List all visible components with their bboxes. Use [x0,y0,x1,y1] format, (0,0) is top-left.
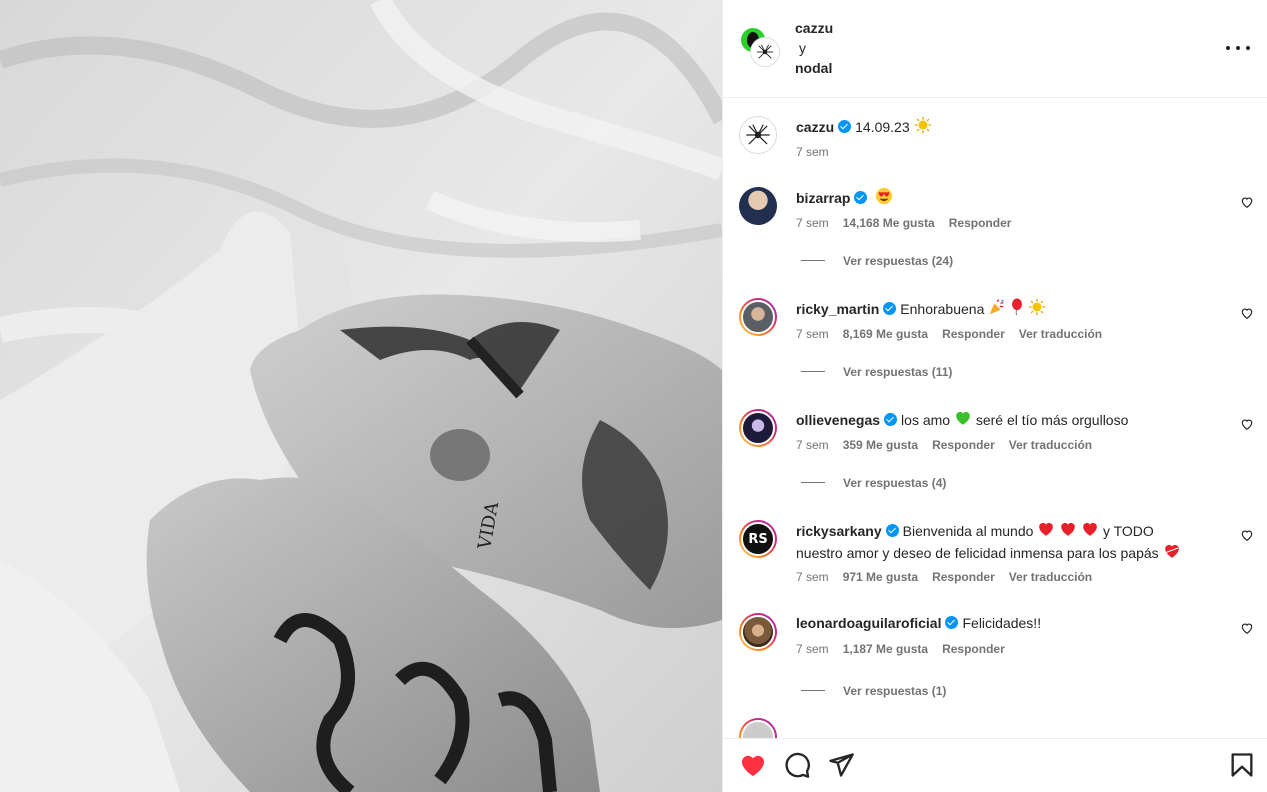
comment-meta: 7 sem 359 Me gusta Responder Ver traducción [796,437,1106,453]
balloon-emoji-icon [1012,298,1023,316]
avatar[interactable] [739,298,777,336]
comment-time: 7 sem [796,642,829,656]
sun-emoji-icon [1028,298,1046,316]
comment-body: Enhorabuena [900,301,985,317]
reply-button[interactable]: Responder [949,216,1012,230]
comment-username[interactable]: ricky_martin [796,301,879,317]
comment-time: 7 sem [796,327,829,341]
view-replies-button[interactable]: Ver respuestas (4) [801,475,946,491]
comment-text: rickysarkany Bienvenida al mundo y TODO n… [796,520,1226,564]
caption-meta: 7 sem [796,144,843,160]
comment-body: Felicidades!! [962,615,1042,631]
like-comment-icon[interactable] [1240,306,1254,320]
comment-icon[interactable] [783,751,811,779]
mending-heart-emoji-icon [1164,544,1179,558]
post-side-panel: cazzu y nodal cazzu 14.09.23 7 sem bizar… [722,0,1267,792]
comment-body: los amo [901,412,951,428]
verified-icon [838,120,852,133]
comment-body-2: y TODO [1102,523,1154,539]
reply-button[interactable]: Responder [942,327,1005,341]
avatar[interactable] [739,187,777,225]
green-heart-emoji-icon [956,411,970,425]
sun-emoji-icon [914,116,931,134]
bookmark-icon[interactable] [1228,751,1256,779]
comment-text: bizarrap [796,187,1226,209]
avatar[interactable]: RS [739,520,777,558]
heart-filled-icon[interactable] [739,751,767,779]
send-icon[interactable] [827,751,855,779]
like-comment-icon[interactable] [1240,417,1254,431]
avatar[interactable] [739,718,777,738]
comment-meta: 7 sem 971 Me gusta Responder Ver traducción [796,569,1106,585]
caption-avatar[interactable] [739,116,777,154]
red-heart-emoji-icon [1039,522,1054,536]
verified-icon [885,524,899,537]
comment-meta: 7 sem 1,187 Me gusta Responder [796,641,1019,657]
caption-body: 14.09.23 [855,119,910,135]
red-heart-emoji-icon [1061,522,1075,536]
comment-text: ollievenegas los amo seré el tío más orgu… [796,409,1226,431]
comment-likes[interactable]: 1,187 Me gusta [843,642,928,656]
comment-likes[interactable]: 14,168 Me gusta [843,216,935,230]
verified-icon [884,413,898,426]
comment-text: leonardoaguilaroficial Felicidades!! [796,613,1226,634]
spider-icon [746,124,770,145]
translate-button[interactable]: Ver traducción [1009,570,1092,584]
reply-button[interactable]: Responder [932,438,995,452]
header-separator: y [799,40,806,56]
verified-icon [883,302,897,315]
header-user2[interactable]: nodal [795,58,833,78]
verified-icon [945,616,959,629]
comment-likes[interactable]: 359 Me gusta [843,438,918,452]
comment-username[interactable]: bizarrap [796,190,850,206]
more-options-icon[interactable] [1226,38,1250,58]
header-user1[interactable]: cazzu [795,18,833,38]
party-popper-emoji-icon [990,299,1004,315]
comment-time: 7 sem [796,438,829,452]
comment-username[interactable]: ollievenegas [796,412,880,428]
like-comment-icon[interactable] [1240,621,1254,635]
comment-body: Bienvenida al mundo [902,523,1034,539]
comment-likes[interactable]: 8,169 Me gusta [843,327,928,341]
comment-meta: 7 sem 8,169 Me gusta Responder Ver traducci… [796,326,1116,342]
comments-list[interactable]: cazzu 14.09.23 7 sem bizarrap 7 sem 14,168… [723,98,1267,738]
comment-meta: 7 sem 14,168 Me gusta Responder [796,215,1025,231]
comment-likes[interactable]: 971 Me gusta [843,570,918,584]
red-heart-emoji-icon [1083,522,1097,536]
collab-names: cazzu y nodal [795,18,833,78]
photo-hands: VIDA [0,0,722,792]
caption-username[interactable]: cazzu [796,119,834,135]
caption-time: 7 sem [796,145,829,159]
heart-eyes-emoji-icon [876,187,893,205]
comment-body-3: nuestro amor y deseo de felicidad inmens… [796,545,1159,561]
translate-button[interactable]: Ver traducción [1019,327,1102,341]
spider-icon [756,44,774,59]
avatar-nodal[interactable] [751,38,779,66]
post-image[interactable]: VIDA [0,0,722,792]
comment-body-2: seré el tío más orgulloso [975,412,1129,428]
view-replies-button[interactable]: Ver respuestas (1) [801,683,946,699]
reply-button[interactable]: Responder [932,570,995,584]
comment-text: ricky_martin Enhorabuena [796,298,1226,320]
comment-username[interactable]: leonardoaguilaroficial [796,615,941,631]
like-comment-icon[interactable] [1240,528,1254,542]
comment-time: 7 sem [796,216,829,230]
verified-icon [854,191,868,204]
avatar[interactable] [739,613,777,651]
avatar[interactable] [739,409,777,447]
like-comment-icon[interactable] [1240,195,1254,209]
action-bar [723,738,1267,792]
reply-button[interactable]: Responder [942,642,1005,656]
view-replies-button[interactable]: Ver respuestas (24) [801,253,953,269]
post-header: cazzu y nodal [723,0,1267,98]
translate-button[interactable]: Ver traducción [1009,438,1092,452]
post-dialog: VIDA cazzu y nodal cazzu 14.09.23 7 sem … [0,0,1267,792]
caption-text: cazzu 14.09.23 [796,116,1226,138]
comment-username[interactable]: rickysarkany [796,523,882,539]
collab-avatars[interactable] [739,26,779,68]
comment-time: 7 sem [796,570,829,584]
view-replies-button[interactable]: Ver respuestas (11) [801,364,952,380]
